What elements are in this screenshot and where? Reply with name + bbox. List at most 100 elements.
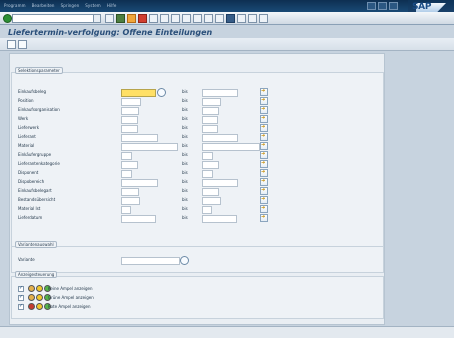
to-input[interactable] — [202, 116, 218, 124]
to-input[interactable] — [202, 161, 219, 169]
multiple-selection-icon[interactable] — [260, 88, 268, 96]
row-label: Einkäufergruppe — [18, 152, 52, 157]
back-icon[interactable] — [116, 14, 125, 23]
to-label: bis — [182, 125, 188, 130]
multiple-selection-icon[interactable] — [260, 124, 268, 132]
previous-page-icon[interactable] — [193, 14, 202, 23]
from-input[interactable] — [121, 161, 138, 169]
to-label: bis — [182, 215, 188, 220]
from-input[interactable] — [121, 188, 139, 196]
find-next-icon[interactable] — [171, 14, 180, 23]
multiple-selection-icon[interactable] — [260, 97, 268, 105]
display-option-label: Keine Ampel anzeigen — [48, 286, 93, 291]
to-input[interactable] — [202, 107, 219, 115]
from-input[interactable] — [121, 116, 138, 124]
search-help-icon[interactable] — [157, 88, 166, 97]
display-checkbox[interactable] — [18, 294, 24, 301]
to-label: bis — [182, 134, 188, 139]
shortcut-icon[interactable] — [237, 14, 246, 23]
help-icon[interactable] — [248, 14, 257, 23]
menu-bearbeiten[interactable]: Bearbeiten — [32, 3, 55, 8]
from-input[interactable] — [121, 170, 132, 178]
multiple-selection-icon[interactable] — [260, 169, 268, 177]
exit-icon[interactable] — [127, 14, 136, 23]
from-input[interactable] — [121, 143, 178, 151]
sap-logo-text: SAP — [412, 2, 432, 12]
to-input[interactable] — [202, 170, 213, 178]
first-page-icon[interactable] — [182, 14, 191, 23]
to-input[interactable] — [202, 125, 218, 133]
variant-group: Variantenauswahl Variante — [11, 241, 384, 273]
window-min-button[interactable] — [367, 2, 376, 10]
menu-programm[interactable]: Programm — [4, 3, 26, 8]
cancel-icon[interactable] — [138, 14, 147, 23]
to-input[interactable] — [202, 98, 221, 106]
execute-icon[interactable] — [7, 40, 16, 49]
multiple-selection-icon[interactable] — [260, 106, 268, 114]
multiple-selection-icon[interactable] — [260, 115, 268, 123]
row-label: Lieferant — [18, 134, 36, 139]
to-input[interactable] — [202, 197, 221, 205]
from-input[interactable] — [121, 206, 131, 214]
display-checkbox[interactable] — [18, 285, 24, 292]
row-label: Position — [18, 98, 34, 103]
variant-search-icon[interactable] — [180, 256, 189, 265]
multiple-selection-icon[interactable] — [260, 178, 268, 186]
row-label: Einkaufsbelegart — [18, 188, 52, 193]
display-control-title: Anzeigesteuerung — [15, 271, 58, 278]
display-checkbox[interactable] — [18, 303, 24, 310]
row-label: Material Ist — [18, 206, 41, 211]
menu-hilfe[interactable]: Hilfe — [107, 3, 117, 8]
to-input[interactable] — [202, 89, 238, 97]
row-label: Einkaufsbeleg — [18, 89, 47, 94]
from-input[interactable] — [121, 179, 158, 187]
from-input[interactable] — [121, 125, 138, 133]
from-input[interactable] — [121, 134, 158, 142]
multiple-selection-icon[interactable] — [260, 133, 268, 141]
display-control-group: Anzeigesteuerung Keine Ampel anzeigen Gr… — [11, 271, 384, 319]
from-input[interactable] — [121, 197, 140, 205]
variant-input[interactable] — [121, 257, 180, 265]
from-input[interactable] — [121, 152, 132, 160]
multiple-selection-icon[interactable] — [260, 187, 268, 195]
row-label: Einkaufsorganisation — [18, 107, 60, 112]
to-input[interactable] — [202, 152, 213, 160]
from-input[interactable] — [121, 107, 139, 115]
selection-screen: Selektionsparameter Einkaufsbeleg bis Pos… — [9, 53, 385, 325]
to-input[interactable] — [202, 188, 219, 196]
from-input[interactable] — [121, 89, 156, 97]
variant-icon[interactable] — [18, 40, 27, 49]
from-input[interactable] — [121, 215, 156, 223]
multiple-selection-icon[interactable] — [260, 214, 268, 222]
find-icon[interactable] — [160, 14, 169, 23]
window-close-button[interactable] — [389, 2, 398, 10]
menu-springen[interactable]: Springen — [61, 3, 80, 8]
from-input[interactable] — [121, 98, 141, 106]
row-label: Bestandsübersicht — [18, 197, 56, 202]
to-label: bis — [182, 188, 188, 193]
multiple-selection-icon[interactable] — [260, 205, 268, 213]
layout-icon[interactable] — [259, 14, 268, 23]
new-session-icon[interactable] — [226, 14, 235, 23]
menu-system[interactable]: System — [85, 3, 101, 8]
multiple-selection-icon[interactable] — [260, 196, 268, 204]
to-input[interactable] — [202, 134, 238, 142]
command-dropdown[interactable] — [93, 14, 101, 23]
application-toolbar — [0, 38, 454, 51]
to-input[interactable] — [202, 143, 260, 151]
to-input[interactable] — [202, 206, 212, 214]
row-label: Lieferdatum — [18, 215, 43, 220]
to-input[interactable] — [202, 179, 238, 187]
next-page-icon[interactable] — [204, 14, 213, 23]
multiple-selection-icon[interactable] — [260, 142, 268, 150]
to-input[interactable] — [202, 215, 237, 223]
last-page-icon[interactable] — [215, 14, 224, 23]
save-icon[interactable] — [105, 14, 114, 23]
enter-icon[interactable] — [3, 14, 12, 23]
print-icon[interactable] — [149, 14, 158, 23]
multiple-selection-icon[interactable] — [260, 160, 268, 168]
multiple-selection-icon[interactable] — [260, 151, 268, 159]
window-max-button[interactable] — [378, 2, 387, 10]
command-field[interactable] — [12, 14, 94, 23]
selection-parameters-group: Selektionsparameter Einkaufsbeleg bis Pos… — [11, 67, 384, 272]
